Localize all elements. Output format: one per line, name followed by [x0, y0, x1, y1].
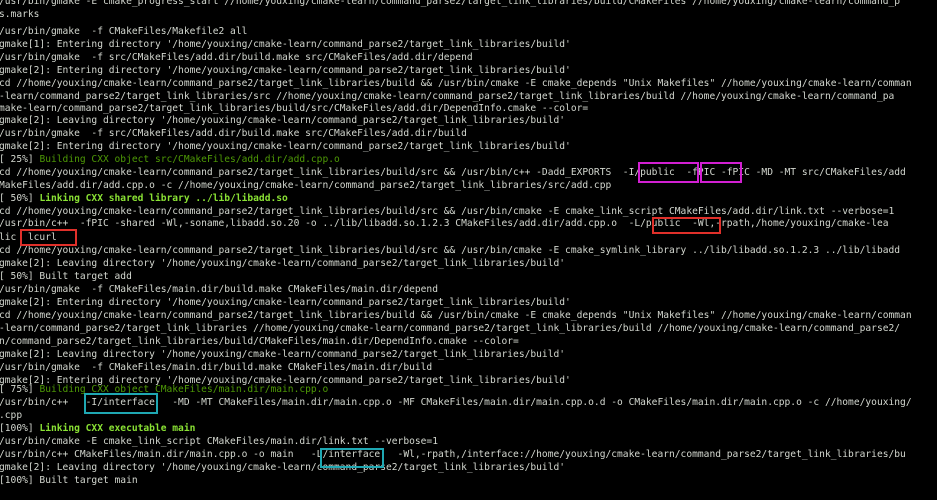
highlight-box-fpic [700, 162, 742, 183]
terminal-line: /usr/bin/gmake -f src/CMakeFiles/add.dir… [0, 128, 467, 139]
terminal-line: /usr/bin/gmake -E cmake_progress_start /… [0, 0, 901, 7]
highlight-box-include-interface [84, 393, 158, 414]
terminal-line: /usr/bin/cmake -E cmake_link_script CMak… [0, 436, 438, 447]
highlight-box-include-public [638, 162, 699, 183]
progress-percent: [ 25%] [0, 154, 40, 165]
terminal-line: gmake[2]: Entering directory '/home/youx… [0, 141, 571, 152]
terminal-line: n/command_parse2/target_link_libraries/b… [0, 336, 519, 347]
terminal-line: cd //home/youxing/cmake-learn/command_pa… [0, 245, 901, 256]
progress-percent: [100%] [0, 423, 40, 434]
terminal-line: /usr/bin/gmake -f CMakeFiles/main.dir/bu… [0, 362, 433, 373]
terminal-line-progress: [ 75%] Building CXX object CMakeFiles/ma… [0, 384, 328, 396]
terminal-line-progress: [ 25%] Building CXX object src/CMakeFile… [0, 154, 340, 166]
terminal-line: cd //home/youxing/cmake-learn/command_pa… [0, 78, 912, 89]
terminal-line: gmake[2]: Entering directory '/home/youx… [0, 65, 571, 76]
terminal-line: -learn/command_parse2/target_link_librar… [0, 323, 901, 334]
terminal-line: gmake[1]: Entering directory '/home/youx… [0, 39, 571, 50]
progress-percent: [ 50%] [0, 193, 40, 204]
highlight-box-lib-public [652, 217, 721, 234]
terminal-line: /usr/bin/gmake -f src/CMakeFiles/add.dir… [0, 52, 473, 63]
terminal-line: /usr/bin/c++ CMakeFiles/main.dir/main.cp… [0, 449, 906, 460]
terminal-line-progress: [ 50%] Linking CXX shared library ../lib… [0, 193, 288, 205]
terminal-line: /usr/bin/gmake -f CMakeFiles/Makefile2 a… [0, 26, 248, 37]
highlight-box-lcurl [20, 229, 77, 246]
terminal-line: cd //home/youxing/cmake-learn/command_pa… [0, 206, 895, 217]
terminal-line: make-learn/command_parse2/target_link_li… [0, 103, 589, 114]
terminal-output[interactable]: /usr/bin/gmake -E cmake_progress_start /… [0, 0, 937, 500]
build-message: Building CXX object CMakeFiles/main.dir/… [39, 384, 329, 395]
terminal-line: gmake[2]: Leaving directory '/home/youxi… [0, 115, 566, 126]
terminal-line: /usr/bin/c++ -fPIC -shared -Wl,-soname,l… [0, 218, 889, 229]
terminal-line: gmake[2]: Leaving directory '/home/youxi… [0, 462, 566, 473]
terminal-line: gmake[2]: Leaving directory '/home/youxi… [0, 258, 566, 269]
terminal-line: -learn/command_parse2/target_link_librar… [0, 91, 895, 102]
terminal-line: [100%] Built target main [0, 475, 138, 486]
progress-percent: [ 75%] [0, 384, 40, 395]
terminal-line: MakeFiles/add.dir/add.cpp.o -c //home/yo… [0, 180, 612, 191]
terminal-line: cd //home/youxing/cmake-learn/command_pa… [0, 167, 906, 178]
link-message: Linking CXX shared library ../lib/libadd… [39, 193, 288, 204]
terminal-line: /usr/bin/gmake -f CMakeFiles/main.dir/bu… [0, 284, 438, 295]
build-message: Building CXX object src/CMakeFiles/add.d… [39, 154, 340, 165]
terminal-line: cd //home/youxing/cmake-learn/command_pa… [0, 310, 912, 321]
terminal-line: .cpp [0, 410, 23, 421]
terminal-line: [ 50%] Built target add [0, 271, 132, 282]
terminal-line: s.marks [0, 9, 40, 20]
highlight-box-lib-interface [320, 448, 384, 468]
terminal-line-progress: [100%] Linking CXX executable main [0, 423, 195, 435]
terminal-line: gmake[2]: Entering directory '/home/youx… [0, 297, 571, 308]
link-message: Linking CXX executable main [39, 423, 196, 434]
terminal-line: gmake[2]: Leaving directory '/home/youxi… [0, 349, 566, 360]
